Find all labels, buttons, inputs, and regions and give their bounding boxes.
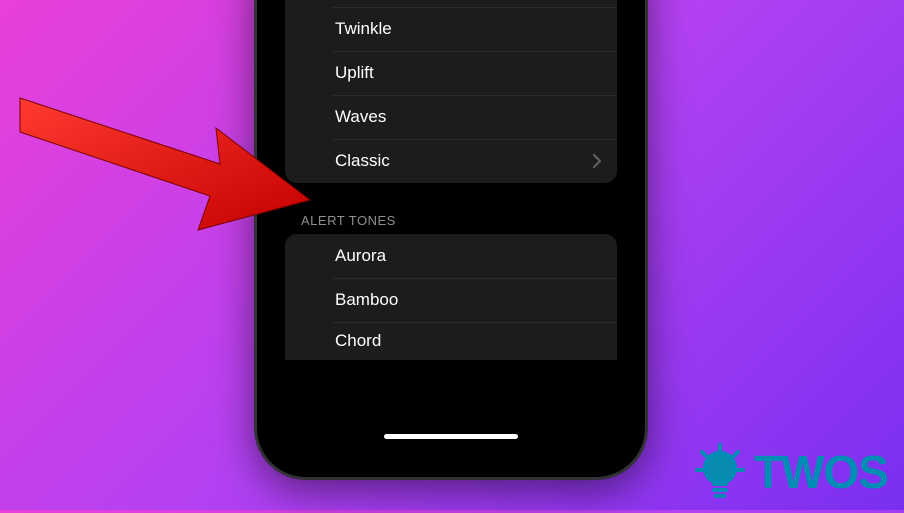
alert-tone-row-aurora[interactable]: Aurora bbox=[285, 234, 617, 278]
alert-tone-label: Aurora bbox=[335, 246, 601, 266]
chevron-right-icon bbox=[593, 154, 601, 168]
home-indicator[interactable] bbox=[384, 434, 518, 439]
phone-screen: Summit Twinkle Uplift Waves Classic bbox=[271, 0, 631, 463]
row-indent bbox=[301, 63, 321, 83]
row-indent bbox=[301, 246, 321, 266]
ringtone-row-classic[interactable]: Classic bbox=[285, 139, 617, 183]
row-indent bbox=[301, 107, 321, 127]
ringtones-group: Summit Twinkle Uplift Waves Classic bbox=[285, 0, 617, 183]
alert-tones-header: ALERT TONES bbox=[301, 213, 601, 228]
lightbulb-icon bbox=[694, 442, 746, 502]
row-indent bbox=[301, 151, 321, 171]
row-indent bbox=[301, 19, 321, 39]
ringtone-row-waves[interactable]: Waves bbox=[285, 95, 617, 139]
alert-tone-label: Bamboo bbox=[335, 290, 601, 310]
ringtone-row-summit[interactable]: Summit bbox=[285, 0, 617, 7]
alert-tones-group: Aurora Bamboo Chord bbox=[285, 234, 617, 360]
phone-frame: Summit Twinkle Uplift Waves Classic bbox=[254, 0, 648, 480]
row-indent bbox=[301, 290, 321, 310]
ringtone-label: Classic bbox=[335, 151, 593, 171]
ringtone-label: Waves bbox=[335, 107, 601, 127]
alert-tone-label: Chord bbox=[335, 331, 601, 351]
row-indent bbox=[301, 331, 321, 351]
alert-tone-row-chord[interactable]: Chord bbox=[285, 322, 617, 360]
ringtone-label: Twinkle bbox=[335, 19, 601, 39]
brand-watermark: TWOS bbox=[694, 442, 888, 502]
brand-text: TWOS bbox=[754, 445, 888, 499]
ringtone-row-twinkle[interactable]: Twinkle bbox=[285, 7, 617, 51]
alert-tone-row-bamboo[interactable]: Bamboo bbox=[285, 278, 617, 322]
ringtone-label: Uplift bbox=[335, 63, 601, 83]
ringtone-row-uplift[interactable]: Uplift bbox=[285, 51, 617, 95]
